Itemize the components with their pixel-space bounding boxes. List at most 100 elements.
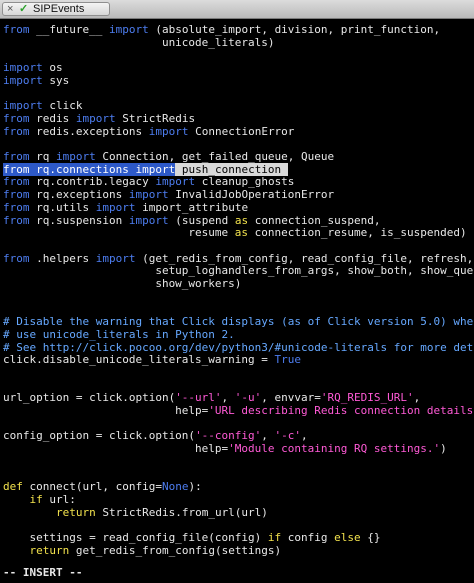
code-token: InvalidJobOperationError: [168, 188, 335, 202]
code-token: ,: [413, 391, 421, 405]
code-token: from: [3, 150, 30, 163]
code-token: redis: [29, 111, 76, 125]
code-line: from rq.connections import push_connecti…: [3, 162, 288, 176]
code-token: sys: [42, 73, 70, 87]
code-token: , envvar=: [261, 391, 321, 405]
code-token: import: [108, 23, 149, 36]
code-line: from rq.utils import import_attribute: [3, 201, 248, 214]
code-token: config: [281, 531, 335, 544]
tab-sipevents[interactable]: × ✓ SIPEvents: [2, 2, 110, 16]
code-token: 'RQ_REDIS_URL': [320, 391, 414, 405]
code-token: 'Module containing RQ settings.': [228, 442, 441, 456]
code-token: return: [29, 543, 70, 557]
code-line: from rq.contrib.legacy import cleanup_gh…: [3, 175, 294, 188]
code-token: rq: [29, 150, 56, 163]
code-token: help=: [3, 442, 229, 456]
code-token: '--url': [175, 391, 222, 405]
checkmark-icon: ✓: [19, 3, 29, 15]
code-token: '-c': [274, 429, 302, 443]
code-token: url:: [42, 492, 76, 506]
code-line: from redis.exceptions import ConnectionE…: [3, 125, 294, 138]
code-token: from: [3, 251, 30, 265]
code-token: get_redis_from_config(settings): [69, 543, 282, 557]
code-token: from: [3, 213, 30, 227]
code-token: .helpers: [29, 251, 96, 265]
code-line: show_workers): [3, 277, 241, 290]
code-token: from: [3, 111, 30, 125]
tab-title: SIPEvents: [33, 3, 85, 15]
code-line: resume as connection_resume, is_suspende…: [3, 226, 467, 240]
code-token: (absolute_import, division, print_functi…: [148, 23, 441, 36]
code-token: rq.utils: [29, 200, 96, 214]
code-token: click: [42, 99, 83, 113]
code-token: from: [3, 175, 30, 189]
code-token: connection_suspend,: [248, 213, 381, 227]
code-line: url_option = click.option('--url', '-u',…: [3, 391, 420, 404]
code-token: import: [3, 61, 43, 75]
code-token: settings = read_config_file(config): [3, 531, 268, 544]
code-token: config_option = click.option(: [3, 429, 196, 443]
code-token: rq.suspension: [29, 213, 129, 227]
code-token: setup_loghandlers_from_args, show_both, …: [3, 264, 474, 278]
code-token: ,: [261, 429, 275, 443]
code-line: from .helpers import (get_redis_from_con…: [3, 252, 473, 265]
code-token: rq.exceptions: [29, 188, 129, 202]
code-token: url_option = click.option(: [3, 391, 176, 405]
code-token: # See http://click.pocoo.org/dev/python3…: [3, 340, 474, 354]
code-token: from: [3, 23, 30, 36]
code-token: import: [75, 111, 116, 125]
code-token: import: [135, 162, 176, 176]
code-token: from: [3, 124, 30, 138]
code-editor[interactable]: from __future__ import (absolute_import,…: [0, 19, 474, 565]
code-line: def connect(url, config=None):: [3, 480, 202, 493]
code-token: if: [29, 492, 43, 506]
code-token: {}: [360, 531, 381, 544]
code-token: # use unicode_literals in Python 2.: [3, 327, 235, 341]
code-line: import click: [3, 99, 83, 112]
code-line: import sys: [3, 74, 69, 87]
code-token: # Disable the warning that Click display…: [3, 315, 474, 329]
code-token: import: [148, 124, 189, 138]
code-line: help='Module containing RQ settings.'): [3, 442, 447, 455]
code-token: None: [161, 480, 189, 494]
code-token: 'URL describing Redis connection details…: [208, 404, 474, 417]
code-token: from: [3, 188, 30, 202]
code-token: StrictRedis.from_url(url): [95, 505, 268, 519]
code-token: StrictRedis: [115, 111, 196, 125]
code-token: if: [267, 531, 282, 544]
code-token: import: [155, 175, 196, 189]
code-line: from rq.exceptions import InvalidJobOper…: [3, 188, 334, 201]
code-line: return StrictRedis.from_url(url): [3, 506, 268, 519]
code-token: cleanup_ghosts: [195, 175, 295, 189]
code-token: ,: [221, 391, 235, 405]
code-token: rq.contrib.legacy: [29, 175, 156, 189]
code-line: unicode_literals): [3, 36, 275, 49]
code-token: Connection, get_failed_queue, Queue: [95, 150, 335, 163]
code-token: show_workers): [3, 277, 242, 290]
code-token: click.disable_unicode_literals_warning =: [3, 353, 275, 367]
code-token: return: [55, 505, 96, 519]
code-line: settings = read_config_file(config) if c…: [3, 531, 381, 544]
code-token: '-u': [234, 391, 262, 405]
code-token: connect(url, config=: [22, 480, 162, 494]
code-token: rq.connections: [29, 162, 136, 176]
code-token: True: [274, 353, 302, 367]
code-token: import: [56, 150, 96, 163]
code-token: ,: [301, 429, 308, 443]
code-line: # See http://click.pocoo.org/dev/python3…: [3, 341, 474, 354]
code-line: help='URL describing Redis connection de…: [3, 404, 474, 417]
code-token: ):: [188, 480, 202, 494]
close-icon[interactable]: ×: [7, 3, 13, 15]
mode-status: -- INSERT --: [3, 566, 83, 579]
code-token: import: [3, 73, 43, 87]
code-token: else: [334, 531, 361, 544]
code-token: redis.exceptions: [29, 124, 149, 138]
code-token: ConnectionError: [188, 124, 295, 138]
code-token: import: [128, 188, 169, 202]
code-token: resume: [3, 226, 235, 240]
tab-bar: × ✓ SIPEvents: [0, 0, 474, 19]
code-token: __future__: [29, 23, 109, 36]
code-token: connection_resume, is_suspended): [248, 226, 467, 240]
